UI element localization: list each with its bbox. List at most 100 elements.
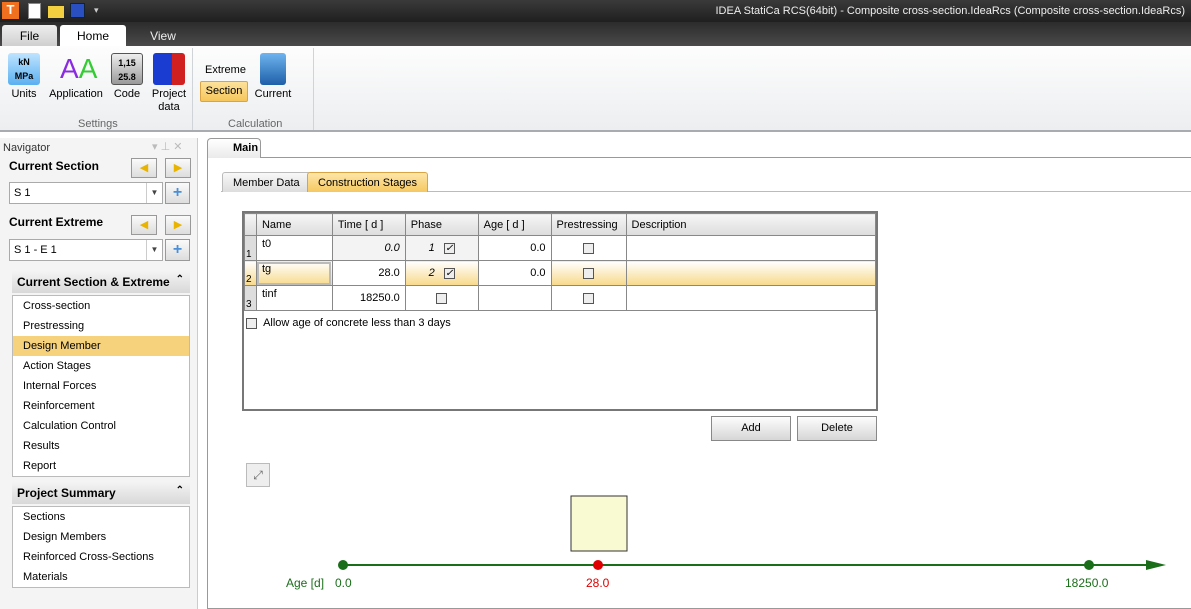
new-file-icon[interactable] (28, 3, 41, 19)
current-section-select[interactable]: S 1 ▼ (9, 182, 163, 204)
row-number: 2 (244, 260, 257, 286)
units-button[interactable]: kN MPa Units (6, 53, 42, 101)
cell-name[interactable]: tg (255, 260, 333, 286)
cell-description[interactable] (625, 260, 877, 286)
cell-prestressing[interactable] (550, 235, 627, 261)
panel-controls-icon[interactable]: ▾ ⊥ ✕ (152, 140, 182, 153)
row-number-header (244, 213, 257, 236)
next-extreme-button[interactable]: ▶ (165, 215, 191, 235)
cell-age[interactable]: 0.0 (477, 260, 552, 286)
cell-description[interactable] (625, 235, 877, 261)
code-button[interactable]: 1,15 25.8 Code (110, 53, 144, 101)
current-extreme-select[interactable]: S 1 - E 1 ▼ (9, 239, 163, 261)
cell-time[interactable]: 18250.0 (331, 285, 406, 311)
window-title: IDEA StatiCa RCS(64bit) - Composite cros… (715, 5, 1186, 17)
column-header-time[interactable]: Time [ d ] (331, 213, 406, 236)
phase-checkbox[interactable] (436, 292, 448, 304)
column-header-age[interactable]: Age [ d ] (477, 213, 552, 236)
prestressing-checkbox[interactable] (583, 292, 595, 304)
current-button[interactable]: Current (253, 53, 293, 101)
project-data-label: Project data (151, 88, 187, 113)
column-header-prestressing[interactable]: Prestressing (550, 213, 627, 236)
save-icon[interactable] (70, 3, 85, 18)
nav-item-reinforcement[interactable]: Reinforcement (13, 396, 189, 416)
application-label: Application (49, 88, 103, 100)
nav-item-sections[interactable]: Sections (13, 507, 189, 527)
current-section-value: S 1 (14, 187, 31, 199)
collapse-icon[interactable]: ⌃ (176, 274, 184, 285)
nav-item-report[interactable]: Report (13, 456, 189, 476)
navigator-panel: Navigator ▾ ⊥ ✕ Current Section ◀ ▶ S 1 ▼… (0, 138, 198, 609)
tab-file[interactable]: File (2, 25, 57, 46)
next-section-button[interactable]: ▶ (165, 158, 191, 178)
timeline-label-1: 28.0 (586, 576, 610, 590)
section-button[interactable]: Section (200, 81, 248, 102)
allow-age-checkbox[interactable] (246, 317, 257, 329)
code-label: Code (113, 88, 141, 100)
app-logo-icon: T (2, 2, 19, 19)
add-extreme-button[interactable]: + (165, 239, 190, 261)
navigator-title: Navigator (3, 142, 51, 154)
prestressing-checkbox[interactable] (583, 267, 595, 279)
nav-item-internal-forces[interactable]: Internal Forces (13, 376, 189, 396)
prestressing-checkbox[interactable] (583, 242, 595, 254)
cell-age[interactable] (477, 285, 552, 311)
tab-home[interactable]: Home (60, 25, 126, 46)
phase-checkbox[interactable]: ✓ (443, 242, 455, 254)
extreme-label: Extreme (205, 64, 246, 76)
nav-item-design-member[interactable]: Design Member (13, 336, 189, 356)
chevron-down-icon: ▼ (146, 183, 162, 203)
column-header-name[interactable]: Name (255, 213, 333, 236)
application-button[interactable]: AA Application (48, 53, 104, 101)
timeline-label-2: 18250.0 (1065, 576, 1109, 590)
quick-access-dropdown-icon[interactable]: ▾ (94, 5, 99, 16)
nav-item-materials[interactable]: Materials (13, 567, 189, 587)
section-header-label: Current Section & Extreme (17, 275, 170, 289)
column-header-description[interactable]: Description (625, 213, 877, 236)
previous-extreme-button[interactable]: ◀ (131, 215, 157, 235)
nav-item-calculation-control[interactable]: Calculation Control (13, 416, 189, 436)
title-bar: T ▾ IDEA StatiCa RCS(64bit) - Composite … (0, 0, 1191, 22)
cell-phase[interactable]: 2 ✓ (404, 260, 479, 286)
project-summary-header[interactable]: Project Summary ⌃ (12, 482, 190, 504)
previous-section-button[interactable]: ◀ (131, 158, 157, 178)
nav-item-action-stages[interactable]: Action Stages (13, 356, 189, 376)
phase-checkbox[interactable]: ✓ (443, 267, 455, 279)
cell-phase[interactable] (404, 285, 479, 311)
table-row[interactable]: 3 tinf 18250.0 (244, 285, 877, 311)
collapse-icon[interactable]: ⌃ (176, 485, 184, 496)
add-section-button[interactable]: + (165, 182, 190, 204)
timeline-axis-label: Age [d] (286, 576, 325, 590)
allow-age-option[interactable]: Allow age of concrete less than 3 days (246, 317, 451, 329)
nav-item-results[interactable]: Results (13, 436, 189, 456)
cell-name[interactable]: t0 (255, 235, 333, 261)
tab-view[interactable]: View (130, 25, 196, 46)
cell-time[interactable]: 28.0 (331, 260, 406, 286)
open-folder-icon[interactable] (48, 6, 64, 18)
tab-main[interactable]: Main (207, 138, 261, 158)
cell-time[interactable]: 0.0 (331, 235, 406, 261)
cell-phase[interactable]: 1 ✓ (404, 235, 479, 261)
column-header-phase[interactable]: Phase (404, 213, 479, 236)
project-data-button[interactable]: Project data (150, 53, 188, 114)
nav-item-prestressing[interactable]: Prestressing (13, 316, 189, 336)
add-button[interactable]: Add (711, 416, 791, 441)
table-row[interactable]: 2 tg 28.0 2 ✓ 0.0 (244, 260, 877, 286)
cell-description[interactable] (625, 285, 877, 311)
cell-age[interactable]: 0.0 (477, 235, 552, 261)
table-row[interactable]: 1 t0 0.0 1 ✓ 0.0 (244, 235, 877, 261)
nav-item-reinforced-cross-sections[interactable]: Reinforced Cross-Sections (13, 547, 189, 567)
cell-prestressing[interactable] (550, 285, 627, 311)
tab-construction-stages[interactable]: Construction Stages (307, 172, 429, 192)
separator (192, 48, 193, 130)
current-section-extreme-header[interactable]: Current Section & Extreme ⌃ (12, 271, 190, 293)
table-header: Name Time [ d ] Phase Age [ d ] Prestres… (244, 213, 877, 236)
current-extreme-label: Current Extreme (9, 215, 104, 229)
tab-member-data[interactable]: Member Data (222, 172, 311, 192)
cell-name[interactable]: tinf (255, 285, 333, 311)
nav-item-design-members[interactable]: Design Members (13, 527, 189, 547)
cell-prestressing[interactable] (550, 260, 627, 286)
expand-icon[interactable]: ⤢ (246, 463, 270, 487)
nav-item-cross-section[interactable]: Cross-section (13, 296, 189, 316)
delete-button[interactable]: Delete (797, 416, 877, 441)
